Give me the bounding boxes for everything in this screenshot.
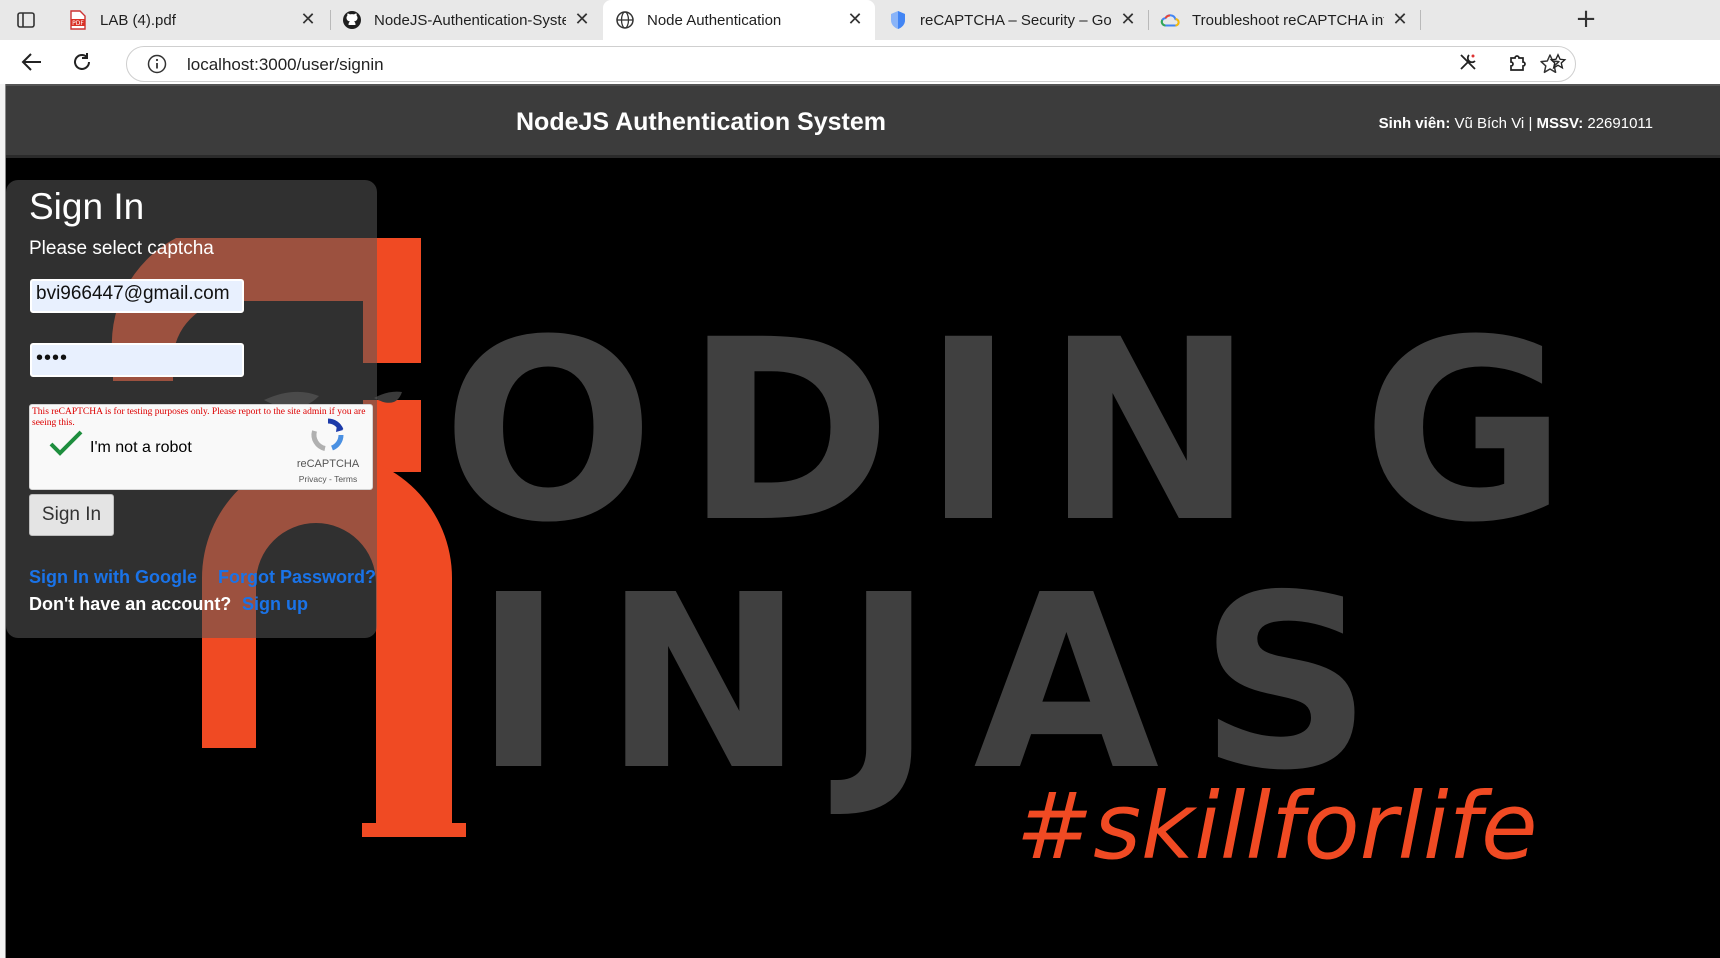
forgot-password-link[interactable]: Forgot Password? — [218, 567, 376, 588]
tab-title: Troubleshoot reCAPTCHA integra — [1192, 11, 1384, 29]
tab-troubleshoot-recaptcha[interactable]: Troubleshoot reCAPTCHA integra ✕ — [1148, 0, 1420, 40]
signin-button[interactable]: Sign In — [29, 494, 114, 536]
bg-word-odin: ODIN — [442, 286, 1284, 577]
recaptcha-checkmark-icon[interactable] — [48, 429, 84, 459]
address-bar[interactable]: localhost:3000/user/signin — [126, 46, 1576, 82]
back-arrow-icon[interactable] — [18, 48, 46, 76]
extensions-icon[interactable] — [1503, 48, 1531, 76]
captcha-message: Please select captcha — [29, 238, 214, 259]
email-field[interactable]: bvi966447@gmail.com — [30, 279, 244, 313]
url-text[interactable]: localhost:3000/user/signin — [187, 55, 384, 75]
bg-tagline: #skillforlife — [1016, 773, 1538, 880]
shield-icon — [888, 10, 908, 30]
tab-divider — [1420, 10, 1421, 30]
new-tab-button[interactable]: + — [1572, 6, 1600, 34]
tab-actions-icon[interactable] — [14, 8, 38, 32]
signin-title: Sign In — [29, 186, 145, 227]
site-header: NodeJS Authentication System Sinh viên: … — [6, 84, 1720, 158]
close-tab-icon[interactable]: ✕ — [1118, 10, 1138, 30]
recaptcha-privacy-terms[interactable]: Privacy - Terms — [288, 474, 368, 484]
password-field[interactable]: •••• — [30, 343, 244, 377]
close-tab-icon[interactable]: ✕ — [572, 10, 592, 30]
student-id-label: MSSV: — [1536, 115, 1584, 132]
close-tab-icon[interactable]: ✕ — [1390, 10, 1410, 30]
tools-icon[interactable] — [1454, 48, 1482, 76]
favorites-icon[interactable] — [1548, 48, 1568, 76]
google-signin-link[interactable]: Sign In with Google — [29, 567, 197, 588]
tab-github[interactable]: NodeJS-Authentication-System/p ✕ — [330, 0, 602, 40]
tab-title: LAB (4).pdf — [100, 11, 176, 29]
recaptcha-label: I'm not a robot — [90, 439, 192, 456]
site-info-icon[interactable] — [147, 54, 167, 74]
site-title: NodeJS Authentication System — [516, 108, 886, 136]
recaptcha-brand: reCAPTCHA — [296, 458, 360, 470]
no-account-text: Don't have an account? — [29, 594, 232, 614]
student-name: Vũ Bích Vi — [1454, 115, 1525, 132]
student-info: Sinh viên: Vũ Bích Vi | MSSV: 22691011 — [1379, 115, 1653, 132]
tab-strip: PDF LAB (4).pdf ✕ NodeJS-Authentication-… — [0, 0, 1720, 40]
signup-link[interactable]: Sign up — [242, 594, 308, 615]
tab-node-authentication[interactable]: Node Authentication ✕ — [603, 0, 875, 40]
tab-recaptcha-security[interactable]: reCAPTCHA – Security – Google C ✕ — [876, 0, 1148, 40]
github-icon — [342, 10, 362, 30]
bg-word-g: G — [1362, 286, 1567, 577]
reload-icon[interactable] — [68, 48, 96, 76]
student-separator: | — [1528, 115, 1533, 132]
student-label: Sinh viên: — [1378, 115, 1451, 132]
recaptcha-logo-icon — [310, 417, 346, 453]
close-tab-icon[interactable]: ✕ — [298, 10, 318, 30]
page-viewport: ODIN G INJAS #skillforlife NodeJS Authen… — [5, 84, 1720, 958]
tab-title: NodeJS-Authentication-System/p — [374, 11, 566, 29]
tab-lab-pdf[interactable]: PDF LAB (4).pdf ✕ — [56, 0, 328, 40]
recaptcha-widget[interactable]: This reCAPTCHA is for testing purposes o… — [29, 404, 373, 490]
globe-icon — [615, 10, 635, 30]
tab-title: reCAPTCHA – Security – Google C — [920, 11, 1112, 29]
svg-text:PDF: PDF — [72, 20, 84, 27]
tab-title: Node Authentication — [647, 11, 782, 29]
student-id: 22691011 — [1587, 115, 1653, 132]
pdf-icon: PDF — [68, 10, 88, 30]
google-cloud-icon — [1160, 10, 1180, 30]
close-tab-icon[interactable]: ✕ — [845, 10, 865, 30]
signin-card: Sign In Please select captcha bvi966447@… — [6, 180, 377, 638]
browser-toolbar: localhost:3000/user/signin — [0, 40, 1720, 84]
